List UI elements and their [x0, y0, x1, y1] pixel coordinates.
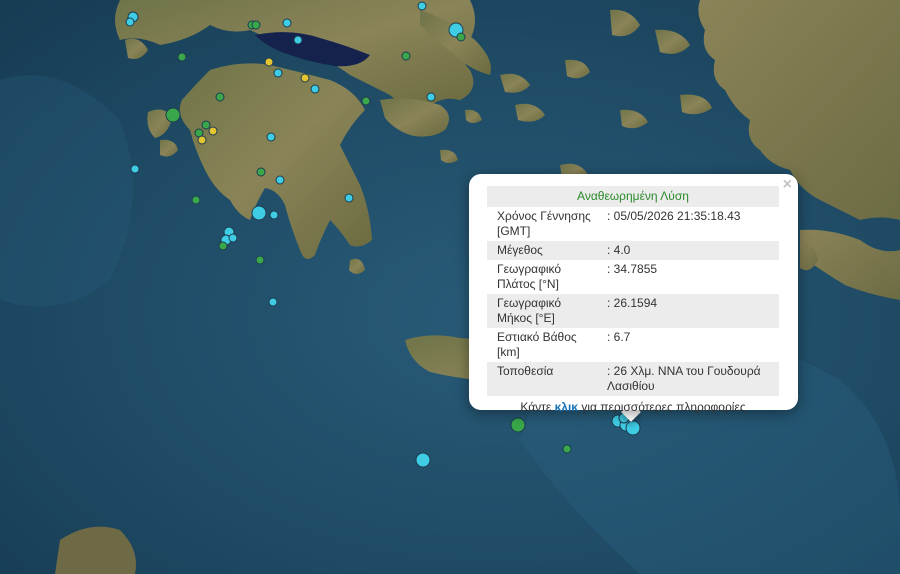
eq-marker[interactable]: [266, 132, 276, 142]
eq-marker[interactable]: [300, 73, 310, 83]
eq-marker[interactable]: [625, 420, 641, 436]
more-suffix: για περισσότερες πληροφορίες: [577, 400, 746, 414]
info-row-location: Τοποθεσία : 26 Χλμ. ΝΝΑ του Γουδουρά Λασ…: [487, 362, 779, 396]
info-label: Χρόνος Γέννησης [GMT]: [497, 209, 591, 238]
eq-marker[interactable]: [125, 17, 135, 27]
info-row-longitude: Γεωγραφικό Μήκος [°E] : 26.1594: [487, 294, 779, 328]
more-prefix: Κάντε: [520, 400, 555, 414]
eq-marker[interactable]: [269, 210, 279, 220]
eq-marker[interactable]: [255, 255, 265, 265]
earthquake-info-table: Αναθεωρημένη Λύση Χρόνος Γέννησης [GMT] …: [487, 186, 779, 396]
eq-marker[interactable]: [208, 126, 218, 136]
eq-marker[interactable]: [282, 18, 292, 28]
info-row-depth: Εστιακό Βάθος [km] : 6.7: [487, 328, 779, 362]
eq-marker[interactable]: [130, 164, 140, 174]
info-value: : 4.0: [607, 241, 779, 260]
info-label: Μέγεθος: [487, 241, 607, 260]
popup-title: Αναθεωρημένη Λύση: [487, 186, 779, 207]
eq-marker[interactable]: [361, 96, 371, 106]
eq-marker[interactable]: [510, 417, 526, 433]
info-label: Εστιακό Βάθος [km]: [497, 330, 577, 359]
info-label: Γεωγραφικό Μήκος [°E]: [487, 294, 607, 328]
eq-marker[interactable]: [177, 52, 187, 62]
eq-marker[interactable]: [228, 233, 238, 243]
info-row-origin-time: Χρόνος Γέννησης [GMT] : 05/05/2026 21:35…: [487, 207, 779, 241]
eq-marker[interactable]: [275, 175, 285, 185]
eq-marker[interactable]: [201, 120, 211, 130]
eq-marker[interactable]: [401, 51, 411, 61]
eq-marker[interactable]: [310, 84, 320, 94]
eq-marker[interactable]: [293, 35, 303, 45]
eq-marker[interactable]: [264, 57, 274, 67]
info-value: : 26 Χλμ. ΝΝΑ του Γουδουρά Λασιθίου: [607, 362, 779, 396]
eq-marker[interactable]: [562, 444, 572, 454]
eq-marker[interactable]: [426, 92, 436, 102]
eq-marker[interactable]: [344, 193, 354, 203]
close-icon[interactable]: ×: [783, 177, 792, 193]
info-value: : 26.1594: [607, 294, 779, 328]
eq-marker[interactable]: [273, 68, 283, 78]
eq-marker[interactable]: [417, 1, 427, 11]
eq-marker[interactable]: [165, 107, 181, 123]
info-row-latitude: Γεωγραφικό Πλάτος [°N] : 34.7855: [487, 260, 779, 294]
eq-marker[interactable]: [251, 205, 267, 221]
eq-marker[interactable]: [268, 297, 278, 307]
info-label: Γεωγραφικό Πλάτος [°N]: [497, 262, 562, 291]
eq-marker[interactable]: [215, 92, 225, 102]
more-info-line: Κάντε κλικ για περισσότερες πληροφορίες: [487, 400, 779, 414]
eq-marker[interactable]: [251, 20, 261, 30]
eq-marker[interactable]: [415, 452, 431, 468]
info-row-magnitude: Μέγεθος : 4.0: [487, 241, 779, 260]
eq-marker[interactable]: [218, 241, 228, 251]
info-value: : 6.7: [607, 330, 631, 344]
eq-marker[interactable]: [256, 167, 266, 177]
info-value: : 05/05/2026 21:35:18.43: [607, 209, 741, 223]
info-value: : 34.7855: [607, 262, 658, 276]
eq-marker[interactable]: [191, 195, 201, 205]
info-label: Τοποθεσία: [487, 362, 607, 396]
more-info-link[interactable]: κλικ: [555, 400, 578, 414]
eq-marker[interactable]: [456, 32, 466, 42]
eq-marker[interactable]: [197, 135, 207, 145]
earthquake-popup: × Αναθεωρημένη Λύση Χρόνος Γέννησης [GMT…: [469, 174, 798, 414]
